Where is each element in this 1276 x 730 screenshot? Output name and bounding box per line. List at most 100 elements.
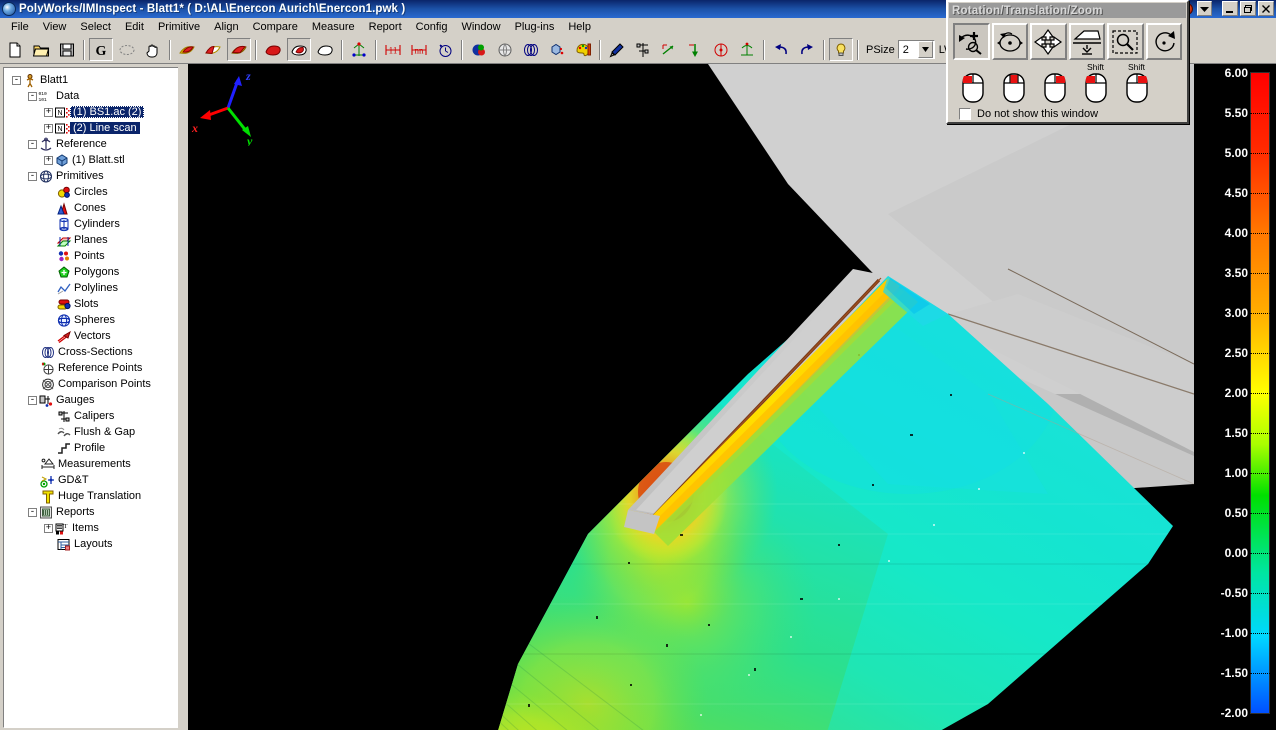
tree-item-huge-translation[interactable]: Huge Translation: [8, 488, 183, 504]
menu-primitive[interactable]: Primitive: [151, 20, 207, 34]
panel-splitter[interactable]: [178, 64, 188, 730]
blob-white-icon[interactable]: [313, 38, 337, 61]
tree-item-cones[interactable]: Cones: [8, 200, 183, 216]
collapse-toggle-icon[interactable]: -: [28, 139, 37, 149]
do-not-show-checkbox[interactable]: [959, 108, 971, 120]
psize-combo[interactable]: 2: [897, 40, 935, 59]
tree-item-profile[interactable]: Profile: [8, 440, 183, 456]
menu-plugins[interactable]: Plug-ins: [508, 20, 562, 34]
minimize-button[interactable]: [1222, 1, 1238, 16]
flashlight-icon[interactable]: [605, 38, 629, 61]
menu-config[interactable]: Config: [409, 20, 455, 34]
menu-select[interactable]: Select: [73, 20, 118, 34]
collapse-toggle-icon[interactable]: -: [12, 75, 21, 85]
hand-pan-icon[interactable]: [141, 38, 165, 61]
chevron-down-icon[interactable]: [1197, 1, 1212, 16]
project-tree[interactable]: - Blatt1-010 101 Data + N (1) BS1.ac (2) + N (2) …: [3, 67, 184, 728]
menu-report[interactable]: Report: [362, 20, 409, 34]
zoom-in-out-mode-button[interactable]: [1068, 23, 1105, 60]
vector-green-down-icon[interactable]: [683, 38, 707, 61]
target-circle-icon[interactable]: [709, 38, 733, 61]
tree-item-1-blatt-stl[interactable]: + (1) Blatt.stl: [8, 152, 183, 168]
spin-mode-button[interactable]: [1145, 23, 1182, 60]
save-disk-icon[interactable]: [55, 38, 79, 61]
grid-g-icon[interactable]: G: [89, 38, 113, 61]
tree-item-reference[interactable]: - Reference: [8, 136, 183, 152]
blob-red-icon[interactable]: [261, 38, 285, 61]
close-button[interactable]: [1258, 1, 1274, 16]
tree-item-cross-sections[interactable]: Cross-Sections: [8, 344, 183, 360]
tree-item-calipers[interactable]: Calipers: [8, 408, 183, 424]
tree-item-polygons[interactable]: Polygons: [8, 264, 183, 280]
clock-target-icon[interactable]: [433, 38, 457, 61]
do-not-show-checkbox-row[interactable]: Do not show this window: [959, 108, 1182, 120]
expand-toggle-icon[interactable]: +: [44, 155, 53, 165]
tree-item-reference-points[interactable]: Reference Points: [8, 360, 183, 376]
menu-measure[interactable]: Measure: [305, 20, 362, 34]
tree-item-gd-t[interactable]: GD&T: [8, 472, 183, 488]
3d-viewport[interactable]: z x y: [188, 64, 1194, 730]
tree-item-comparison-points[interactable]: Comparison Points: [8, 376, 183, 392]
cross-section-icon[interactable]: [519, 38, 543, 61]
tree-item-reports[interactable]: - Reports: [8, 504, 183, 520]
expand-toggle-icon[interactable]: +: [44, 123, 53, 133]
collapse-toggle-icon[interactable]: -: [28, 171, 37, 181]
blob-red-white-icon[interactable]: [287, 38, 311, 61]
open-folder-icon[interactable]: [29, 38, 53, 61]
tree-item-measurements[interactable]: Measurements: [8, 456, 183, 472]
menu-file[interactable]: File: [4, 20, 36, 34]
tree-item-gauges[interactable]: - Gauges: [8, 392, 183, 408]
translate-mode-button[interactable]: [1030, 23, 1067, 60]
tree-item-planes[interactable]: Planes: [8, 232, 183, 248]
tree-item-primitives[interactable]: - Primitives: [8, 168, 183, 184]
rotation-translation-zoom-dialog[interactable]: Rotation/Translation/Zoom Shift Shift Do…: [946, 0, 1189, 124]
tree-item-points[interactable]: Points: [8, 248, 183, 264]
lasso-select-icon[interactable]: [115, 38, 139, 61]
undo-icon[interactable]: [769, 38, 793, 61]
rotate-mode-button[interactable]: [991, 23, 1028, 60]
menu-window[interactable]: Window: [454, 20, 507, 34]
collapse-toggle-icon[interactable]: -: [28, 395, 37, 405]
caliper-icon[interactable]: [631, 38, 655, 61]
tree-item-blatt1[interactable]: - Blatt1: [8, 72, 183, 88]
vector-green-icon[interactable]: [657, 38, 681, 61]
color-sphere-icon[interactable]: [467, 38, 491, 61]
tree-item-circles[interactable]: Circles: [8, 184, 183, 200]
expand-toggle-icon[interactable]: +: [44, 107, 53, 117]
tree-item-items[interactable]: + T Items: [8, 520, 183, 536]
tree-item-slots[interactable]: Slots: [8, 296, 183, 312]
globe-shade-icon[interactable]: [493, 38, 517, 61]
menu-view[interactable]: View: [36, 20, 74, 34]
lightbulb-icon[interactable]: [829, 38, 853, 61]
menu-align[interactable]: Align: [207, 20, 245, 34]
dialog-title-bar[interactable]: Rotation/Translation/Zoom: [949, 3, 1186, 18]
tree-item-cylinders[interactable]: Cylinders: [8, 216, 183, 232]
restore-button[interactable]: [1240, 1, 1256, 16]
cube-points-icon[interactable]: [545, 38, 569, 61]
expand-toggle-icon[interactable]: +: [44, 523, 53, 533]
tree-item-spheres[interactable]: Spheres: [8, 312, 183, 328]
object-split-icon[interactable]: [201, 38, 225, 61]
menu-help[interactable]: Help: [561, 20, 598, 34]
tree-item-2-line-scan[interactable]: + N (2) Line scan: [8, 120, 183, 136]
collapse-toggle-icon[interactable]: -: [28, 91, 37, 101]
dimension-n-n-icon[interactable]: nn: [407, 38, 431, 61]
menu-edit[interactable]: Edit: [118, 20, 151, 34]
menu-compare[interactable]: Compare: [246, 20, 305, 34]
chevron-down-icon[interactable]: [917, 41, 933, 58]
dimension-1-1-icon[interactable]: 11: [381, 38, 405, 61]
tree-item-vectors[interactable]: Vectors: [8, 328, 183, 344]
palette-icon[interactable]: [571, 38, 595, 61]
tree-item-data[interactable]: -010 101 Data: [8, 88, 183, 104]
tree-item-1-bs1-ac-2[interactable]: + N (1) BS1.ac (2): [8, 104, 183, 120]
rotate-zoom-mode-button[interactable]: [953, 23, 990, 60]
anchor-align-icon[interactable]: [735, 38, 759, 61]
collapse-toggle-icon[interactable]: -: [28, 507, 37, 517]
tree-item-flush-gap[interactable]: Flush & Gap: [8, 424, 183, 440]
tree-item-layouts[interactable]: Layouts: [8, 536, 183, 552]
tree-item-polylines[interactable]: Polylines: [8, 280, 183, 296]
new-document-icon[interactable]: [3, 38, 27, 61]
object-red-selected-icon[interactable]: [227, 38, 251, 61]
redo-icon[interactable]: [795, 38, 819, 61]
align-points-icon[interactable]: [347, 38, 371, 61]
